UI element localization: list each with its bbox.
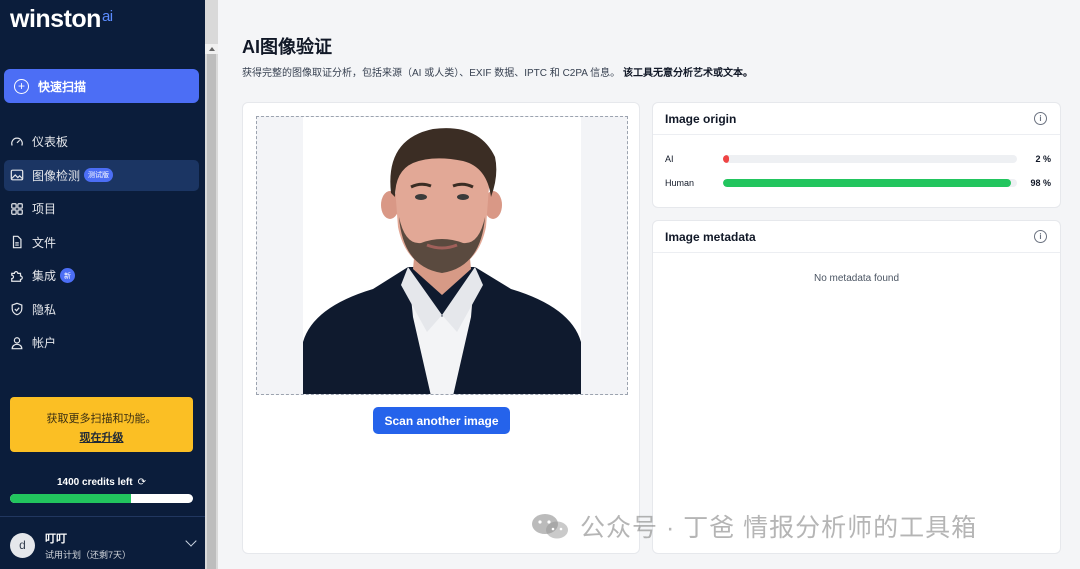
upgrade-now-link[interactable]: 现在升级 (10, 429, 193, 445)
origin-bar-fill-human (723, 179, 1012, 187)
origin-bar-fill-ai (723, 155, 729, 163)
image-metadata-title: Image metadata (665, 229, 756, 244)
avatar: d (10, 532, 35, 558)
no-metadata-message: No metadata found (813, 273, 900, 284)
image-metadata-card: Image metadata i No metadata found (652, 220, 1061, 554)
origin-label: AI (665, 154, 674, 164)
sidebar-item-label: 文件 (32, 235, 57, 250)
image-icon (10, 168, 24, 182)
sidebar-item-label: 图像检测 (32, 168, 81, 183)
gauge-icon (10, 135, 24, 149)
shield-icon (10, 302, 24, 316)
credits-indicator: 1400 credits left ⟳ (10, 477, 193, 488)
image-card: Scan another image (242, 102, 640, 554)
puzzle-icon (10, 269, 24, 283)
origin-label: Human (665, 178, 695, 188)
uploaded-image (303, 117, 581, 394)
origin-row-ai: AI 2 % (665, 153, 1051, 165)
credits-progress-bar (10, 494, 193, 503)
sidebar-item-label: 项目 (32, 202, 57, 216)
sidebar-nav: 仪表板 图像检测 测试版 项目 文件 集成 新 隐私 帐户 (4, 126, 199, 361)
logo-text: winston (10, 5, 101, 33)
user-plan: 试用计划（还剩7天） (45, 549, 132, 560)
credits-text: 1400 credits left (57, 477, 133, 488)
info-icon[interactable]: i (1034, 230, 1047, 243)
sidebar-item-label: 隐私 (32, 302, 57, 317)
plus-circle-icon: + (14, 78, 29, 94)
origin-bar-human (723, 179, 1017, 187)
sidebar-item-account[interactable]: 帐户 (4, 327, 199, 358)
new-badge: 新 (60, 268, 76, 283)
image-origin-card: Image origin i AI 2 % Human 98 % (652, 102, 1061, 208)
upgrade-banner: 获取更多扫描和功能。 现在升级 (10, 397, 193, 452)
wechat-icon (532, 514, 568, 539)
grid-icon (10, 202, 24, 216)
user-name: 叮叮 (45, 532, 67, 545)
origin-row-human: Human 98 % (665, 177, 1051, 189)
page-title: AI图像验证 (242, 37, 332, 57)
origin-bar-ai (723, 155, 1017, 163)
credits-progress-fill (10, 494, 131, 503)
user-icon (10, 336, 24, 350)
sidebar-item-label: 仪表板 (32, 135, 69, 149)
scan-another-image-button[interactable]: Scan another image (373, 407, 510, 434)
sidebar-item-image-detection[interactable]: 图像检测 测试版 (4, 159, 199, 191)
sidebar-item-files[interactable]: 文件 (4, 227, 199, 258)
image-origin-title: Image origin (665, 111, 737, 126)
sidebar-divider (0, 516, 205, 517)
image-origin-header: Image origin i (653, 103, 1060, 135)
page-subtitle: 获得完整的图像取证分析，包括来源（AI 或人类）、EXIF 数据、IPTC 和 … (242, 64, 753, 79)
chevron-down-icon[interactable] (185, 535, 197, 547)
upgrade-text: 获取更多扫描和功能。 (46, 413, 157, 425)
sidebar-item-projects[interactable]: 项目 (4, 193, 199, 224)
sidebar-item-label: 帐户 (32, 336, 57, 350)
sidebar-item-dashboard[interactable]: 仪表板 (4, 126, 199, 157)
quick-scan-label: 快速扫描 (38, 79, 87, 94)
document-icon (10, 235, 24, 249)
info-icon[interactable]: i (1034, 112, 1047, 125)
refresh-icon[interactable]: ⟳ (138, 477, 146, 488)
image-dropzone[interactable] (256, 116, 628, 395)
watermark: 公众号 · 丁爸 情报分析师的工具箱 (530, 508, 977, 544)
winston-logo[interactable]: winstonai (10, 5, 113, 34)
sidebar-item-privacy[interactable]: 隐私 (4, 294, 199, 325)
image-metadata-header: Image metadata i (653, 221, 1060, 253)
logo-suffix: ai (101, 8, 113, 25)
watermark-text: 公众号 · 丁爸 情报分析师的工具箱 (580, 514, 978, 542)
scroll-up-arrow-icon[interactable] (205, 44, 218, 54)
sidebar-item-label: 集成 (32, 269, 57, 283)
beta-badge: 测试版 (84, 168, 114, 182)
quick-scan-button[interactable]: + 快速扫描 (4, 69, 199, 103)
subtitle-bold-text: 该工具无意分析艺术或文本。 (622, 68, 753, 79)
user-menu[interactable]: d 叮叮 试用计划（还剩7天） (10, 531, 197, 560)
sidebar-scrollbar-thumb[interactable] (207, 54, 216, 569)
portrait-photo (303, 117, 581, 394)
sidebar-item-integrations[interactable]: 集成 新 (4, 260, 199, 291)
subtitle-text: 获得完整的图像取证分析，包括来源（AI 或人类）、EXIF 数据、IPTC 和 … (242, 68, 621, 79)
origin-percentage: 2 % (1035, 154, 1051, 164)
origin-percentage: 98 % (1030, 178, 1051, 188)
